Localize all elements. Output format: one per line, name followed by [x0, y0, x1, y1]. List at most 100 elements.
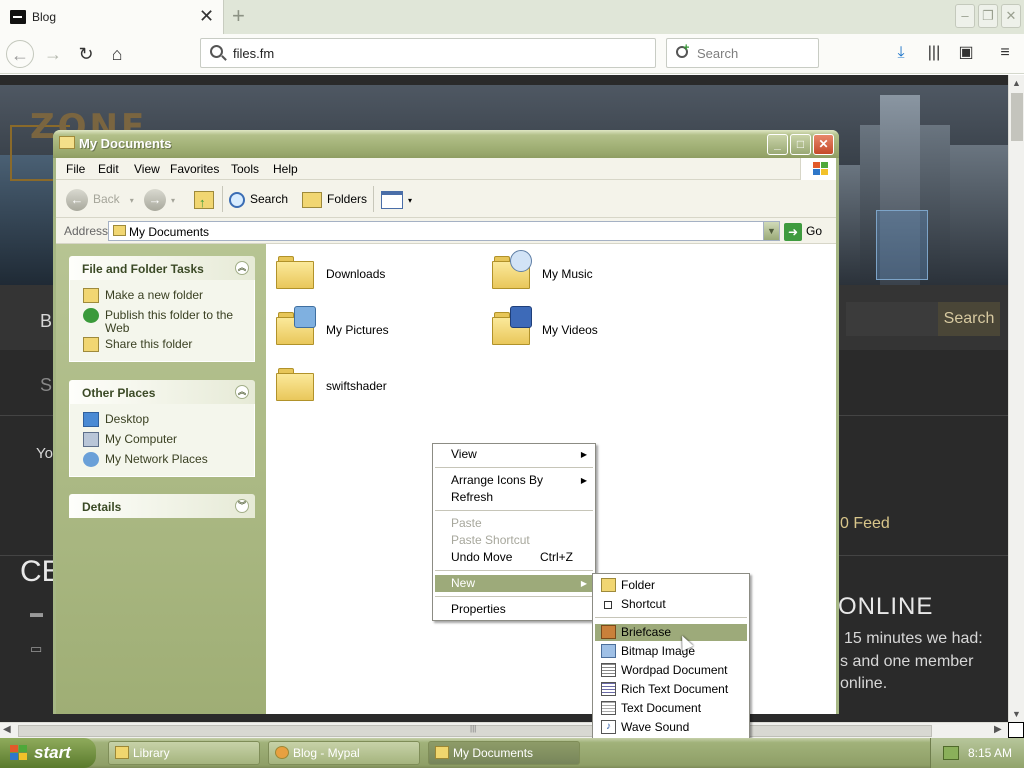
ctx-arrange-icons[interactable]: Arrange Icons By ▶	[435, 472, 593, 489]
videos-folder-icon	[492, 306, 532, 346]
browser-maximize-button[interactable]: ❐	[978, 4, 998, 28]
bitmap-icon	[601, 644, 616, 658]
new-wordpad-item[interactable]: Wordpad Document	[595, 662, 747, 679]
place-my-computer[interactable]: My Computer	[83, 430, 254, 450]
library-icon[interactable]: |||	[923, 42, 945, 64]
menu-view[interactable]: View	[134, 162, 160, 176]
address-field[interactable]: My Documents ▼	[108, 221, 780, 241]
ctx-view[interactable]: View ▶	[435, 446, 593, 463]
new-text-document-item[interactable]: Text Document	[595, 700, 747, 717]
new-folder-item[interactable]: Folder	[595, 577, 747, 594]
task-pane: File and Folder Tasks ︽ Make a new folde…	[56, 244, 266, 714]
up-folder-button[interactable]: ↑	[194, 187, 219, 211]
explorer-title-bar[interactable]: My Documents _ □ ✕	[53, 130, 839, 158]
up-folder-icon: ↑	[194, 190, 214, 210]
site-search-button[interactable]: Search	[938, 302, 1000, 336]
folder-my-videos[interactable]: My Videos	[492, 306, 692, 356]
back-arrow-icon: ←	[66, 188, 88, 211]
menu-edit[interactable]: Edit	[98, 162, 119, 176]
taskbar-library[interactable]: Library	[108, 741, 260, 765]
menu-file[interactable]: File	[66, 162, 85, 176]
scroll-right-arrow-icon[interactable]: ▶	[994, 724, 1002, 735]
taskbar-blog-mypal[interactable]: Blog - Mypal	[268, 741, 420, 765]
page-scroll-thumb[interactable]	[1011, 93, 1023, 141]
make-new-folder-link[interactable]: Make a new folder	[83, 286, 254, 306]
pictures-folder-icon	[276, 306, 316, 346]
expand-chevron-icon[interactable]: ︾	[235, 499, 249, 513]
folder-swiftshader[interactable]: swiftshader	[276, 362, 476, 412]
back-arrow-icon[interactable]: ←	[6, 40, 34, 68]
start-button[interactable]: start	[0, 738, 96, 768]
forward-button[interactable]: → ▾	[144, 187, 175, 211]
new-rtf-item[interactable]: Rich Text Document	[595, 681, 747, 698]
computer-icon	[83, 432, 99, 447]
desktop-icon	[83, 412, 99, 427]
new-folder-icon	[83, 288, 99, 303]
place-desktop[interactable]: Desktop	[83, 410, 254, 430]
browser-minimize-button[interactable]: –	[955, 4, 975, 28]
folder-my-music[interactable]: My Music	[492, 250, 692, 300]
folder-downloads[interactable]: Downloads	[276, 250, 476, 300]
file-folder-tasks-header[interactable]: File and Folder Tasks ︽	[69, 256, 255, 280]
url-bar[interactable]: files.fm	[200, 38, 656, 68]
views-button[interactable]: ▾	[381, 187, 412, 211]
folder-icon	[601, 578, 616, 592]
taskbar-my-documents[interactable]: My Documents	[428, 741, 580, 765]
collapse-chevron-icon[interactable]: ︽	[235, 385, 249, 399]
scroll-left-arrow-icon[interactable]: ◀	[3, 724, 11, 735]
ctx-refresh[interactable]: Refresh	[435, 489, 593, 506]
search-button[interactable]: Search	[229, 187, 288, 211]
hamburger-menu-icon[interactable]: ≡	[994, 42, 1016, 64]
details-header[interactable]: Details ︾	[69, 494, 255, 518]
menu-tools[interactable]: Tools	[231, 162, 259, 176]
place-network[interactable]: My Network Places	[83, 450, 254, 470]
new-shortcut-item[interactable]: Shortcut	[595, 596, 747, 613]
site-feed-link[interactable]: 0 Feed	[840, 515, 890, 533]
minimize-button[interactable]: _	[767, 134, 788, 155]
address-value: My Documents	[129, 225, 210, 239]
go-button[interactable]: ➜ Go	[784, 221, 834, 241]
close-tab-icon[interactable]: ✕	[199, 6, 214, 26]
close-button[interactable]: ✕	[813, 134, 834, 155]
maximize-button[interactable]: □	[790, 134, 811, 155]
new-tab-button[interactable]: +	[232, 4, 245, 28]
other-places-header[interactable]: Other Places ︽	[69, 380, 255, 404]
my-documents-folder-icon	[435, 746, 449, 759]
browser-close-button[interactable]: ✕	[1001, 4, 1021, 28]
new-briefcase-item[interactable]: Briefcase	[595, 624, 747, 641]
address-dropdown-icon[interactable]: ▼	[763, 222, 779, 240]
ctx-properties[interactable]: Properties	[435, 601, 593, 618]
share-folder-link[interactable]: Share this folder	[83, 335, 254, 355]
submenu-arrow-icon: ▶	[580, 476, 587, 485]
folder-my-pictures[interactable]: My Pictures	[276, 306, 476, 356]
new-wave-sound-item[interactable]: ♪ Wave Sound	[595, 719, 747, 736]
scroll-down-arrow-icon[interactable]: ▼	[1012, 709, 1021, 719]
browser-tab-bar: Blog ✕ + – ❐ ✕	[0, 0, 1024, 34]
menu-favorites[interactable]: Favorites	[170, 162, 219, 176]
ctx-paste-shortcut: Paste Shortcut	[451, 533, 530, 547]
reload-icon[interactable]: ↻	[72, 40, 100, 68]
browser-search-input[interactable]: Search	[666, 38, 819, 68]
menu-help[interactable]: Help	[273, 162, 298, 176]
explorer-menu-bar: File Edit View Favorites Tools Help	[56, 158, 836, 180]
publish-folder-link[interactable]: Publish this folder to the Web	[83, 306, 254, 335]
tray-network-icon[interactable]	[943, 746, 959, 760]
ctx-undo-move[interactable]: Undo Move Ctrl+Z	[435, 549, 593, 566]
sidebar-icon[interactable]: ▣	[955, 42, 977, 64]
downloads-icon[interactable]: ⤓	[890, 42, 912, 64]
site-search-input[interactable]	[846, 302, 938, 336]
folders-button[interactable]: Folders	[302, 187, 367, 211]
site-menu-fragment: B	[40, 311, 53, 331]
forward-arrow-icon[interactable]: →	[39, 40, 67, 68]
new-bitmap-item[interactable]: Bitmap Image	[595, 643, 747, 660]
file-folder-tasks-panel: File and Folder Tasks ︽ Make a new folde…	[69, 256, 255, 362]
back-button[interactable]: ← Back ▾	[66, 187, 134, 211]
browser-tab[interactable]: Blog ✕	[0, 0, 224, 34]
home-icon[interactable]: ⌂	[103, 40, 131, 68]
collapse-chevron-icon[interactable]: ︽	[235, 261, 249, 275]
page-vertical-scrollbar[interactable]: ▲ ▼	[1008, 75, 1024, 722]
scroll-up-arrow-icon[interactable]: ▲	[1012, 78, 1021, 88]
page-horizontal-scrollbar[interactable]: ◀ ||| ▶	[0, 722, 1008, 738]
other-places-panel: Other Places ︽ Desktop My Computer My Ne…	[69, 380, 255, 477]
ctx-new[interactable]: New ▶	[435, 575, 593, 592]
